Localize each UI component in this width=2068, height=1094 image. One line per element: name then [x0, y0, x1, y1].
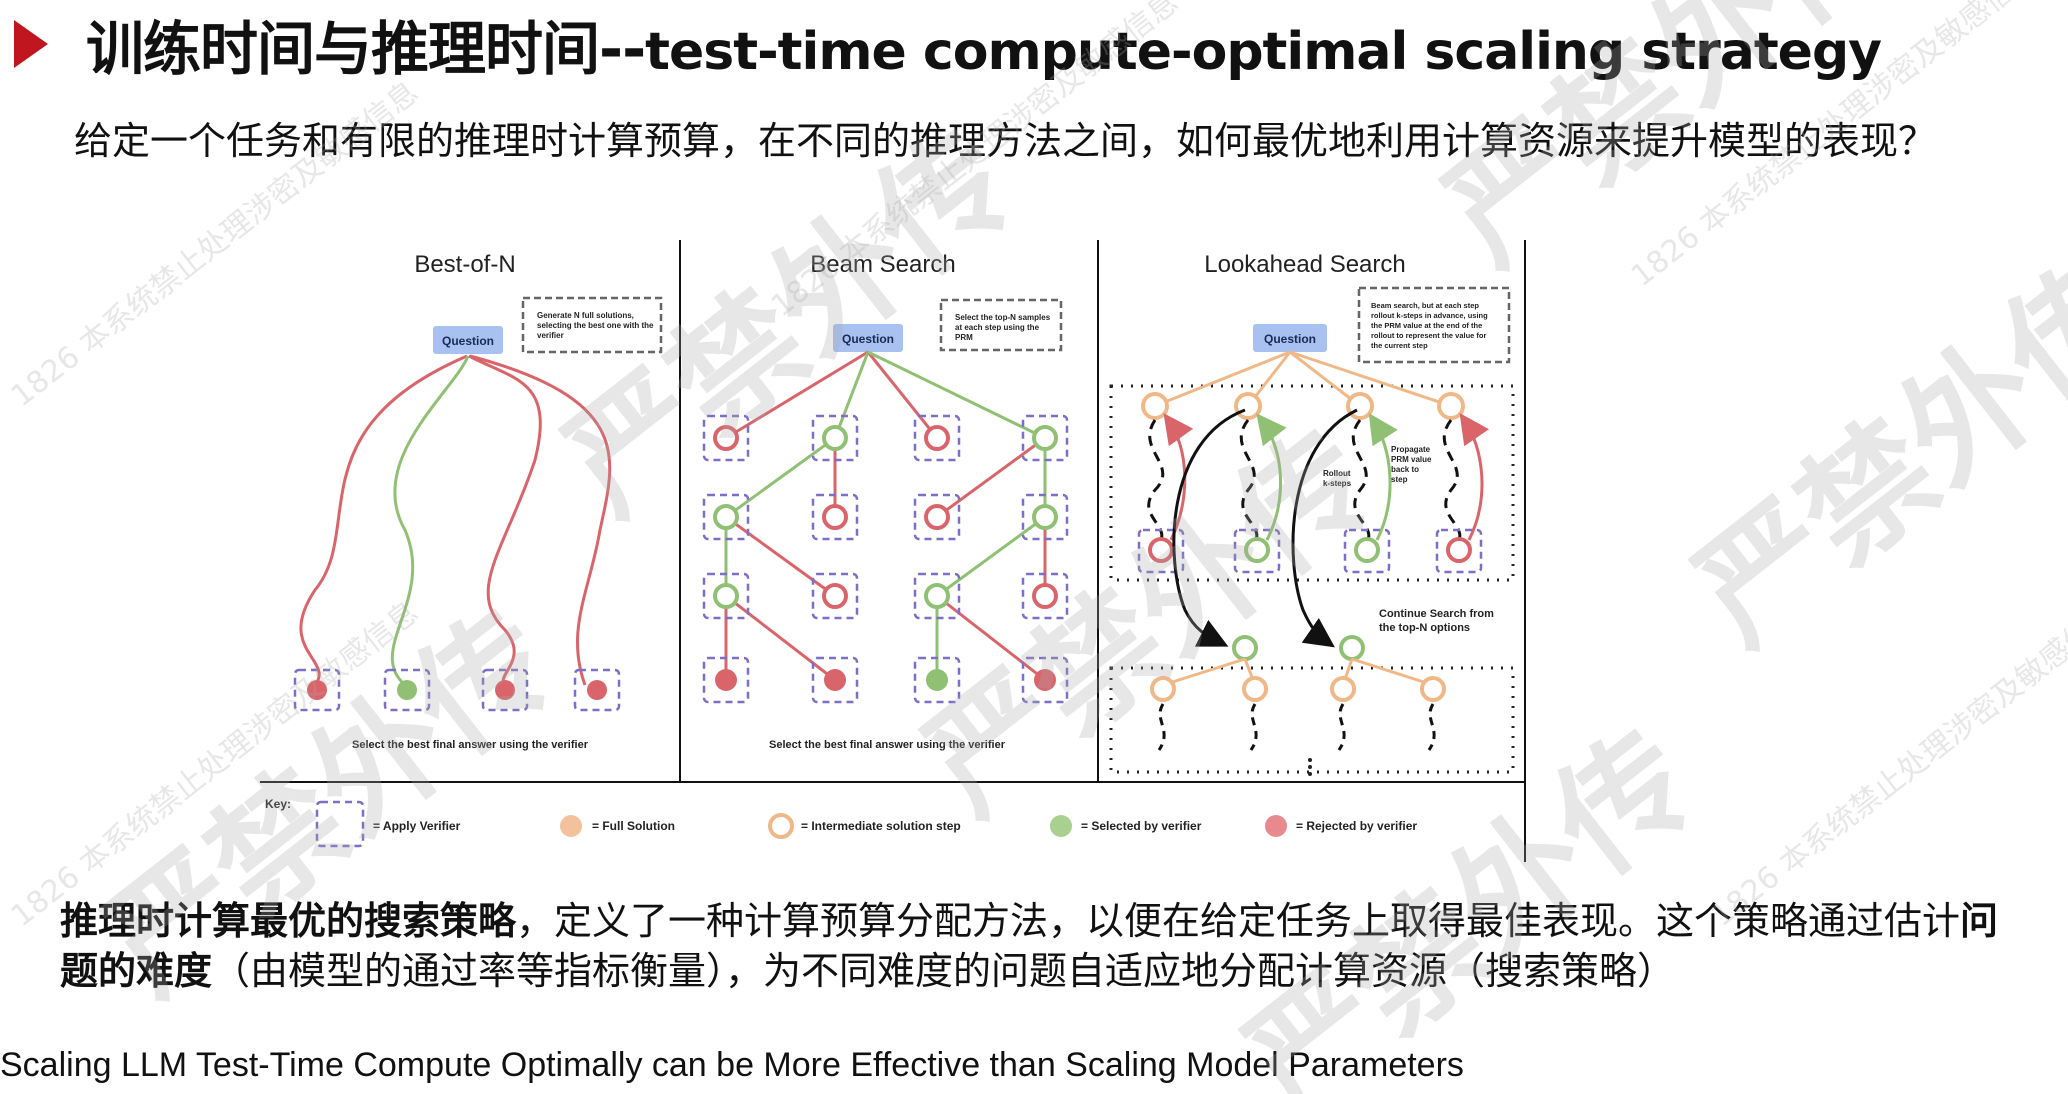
panel-lookahead-search: Lookahead Search Question Beam search, b…	[1109, 251, 1515, 776]
key-intermediate-step-icon	[768, 813, 794, 839]
note-text: Generate N full solutions, selecting the…	[537, 311, 656, 340]
note-text: Beam search, but at each step rollout k-…	[1371, 301, 1490, 350]
verifier-box-group	[293, 668, 621, 712]
key-rejected-icon	[1265, 815, 1287, 837]
panel-caption: Select the best final answer using the v…	[769, 739, 1006, 751]
question-label: Question	[842, 332, 894, 346]
key-item-label: = Full Solution	[592, 819, 675, 833]
panel-best-of-n: Best-of-N Question Generate N full solut…	[293, 251, 663, 751]
search-strategies-figure: Best-of-N Question Generate N full solut…	[255, 230, 1530, 862]
watermark-small: 1826 本系统禁止处理涉密及敏感信息	[1704, 594, 2068, 934]
key-item-label: = Rejected by verifier	[1296, 819, 1417, 833]
rollout-label: Rollout k-steps	[1323, 469, 1353, 488]
panel-title: Beam Search	[810, 251, 955, 278]
key-item-label: = Selected by verifier	[1081, 819, 1202, 833]
question-label: Question	[442, 334, 494, 348]
note-text: Select the top-N samples at each step us…	[955, 313, 1052, 342]
panel-caption: Select the best final answer using the v…	[352, 739, 589, 751]
title-chinese: 训练时间与推理时间--	[86, 15, 646, 83]
page-title: 训练时间与推理时间--test-time compute-optimal sca…	[14, 8, 1882, 83]
continue-label: Continue Search from the top-N options	[1379, 608, 1497, 634]
key-full-solution-icon	[560, 815, 582, 837]
propagate-label: Propagate PRM value back to step	[1391, 445, 1434, 484]
panel-title: Best-of-N	[414, 251, 515, 278]
key-selected-icon	[1050, 815, 1072, 837]
panel-title: Lookahead Search	[1204, 251, 1406, 278]
key-item-label: = Intermediate solution step	[801, 819, 961, 833]
subtitle: 给定一个任务和有限的推理时计算预算，在不同的推理方法之间，如何最优地利用计算资源…	[74, 119, 1937, 163]
key-item-label: = Apply Verifier	[373, 819, 461, 833]
panel-beam-search: Beam Search Question Select the top-N sa…	[702, 251, 1069, 751]
bold-term-strategy: 推理时计算最优的搜索策略	[60, 899, 517, 943]
description-paragraph: 推理时计算最优的搜索策略，定义了一种计算预算分配方法，以便在给定任务上取得最佳表…	[60, 899, 1999, 993]
watermark: 严禁外传	[1667, 232, 2068, 673]
title-arrow-icon	[14, 20, 48, 68]
figure-key: Key: = Apply Verifier = Full Solution = …	[265, 797, 1417, 848]
question-label: Question	[1264, 332, 1316, 346]
title-english: test-time compute-optimal scaling strate…	[645, 22, 1882, 82]
paper-citation: Scaling LLM Test-Time Compute Optimally …	[0, 1046, 1464, 1084]
key-dashed-box-icon	[315, 800, 365, 848]
key-label: Key:	[265, 797, 291, 811]
